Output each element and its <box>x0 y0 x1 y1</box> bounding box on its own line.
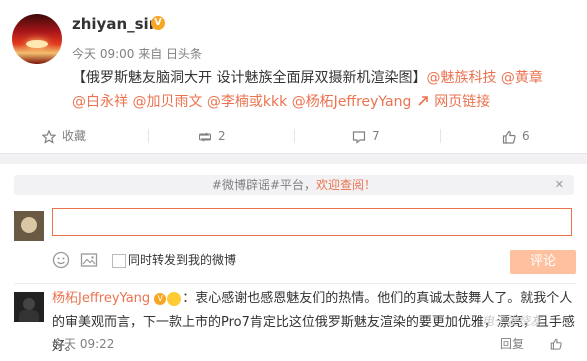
verified-badge-icon: V <box>154 292 167 305</box>
thumbs-up-icon <box>502 130 516 144</box>
star-icon <box>41 129 57 144</box>
link-icon <box>418 96 428 106</box>
comment-actions: 回复 <box>500 335 562 352</box>
like-count: 6 <box>522 129 530 143</box>
post-content: 【俄罗斯魅友脑洞大开 设计魅族全面屏双摄新机渲染图】@魅族科技 @黄章 @白永祥… <box>72 66 577 114</box>
post-meta: 今天 09:00 来自 日头条 <box>72 45 202 62</box>
mention-link[interactable]: @白永祥 <box>72 94 128 110</box>
verified-badge-icon: V <box>151 16 165 30</box>
repost-checkbox-label[interactable]: 同时转发到我的微博 <box>128 251 236 269</box>
comment-button[interactable]: 7 <box>352 125 380 147</box>
post-title: 【俄罗斯魅友脑洞大开 设计魅族全面屏双摄新机渲染图】 <box>72 70 427 86</box>
favorite-button[interactable]: 收藏 <box>41 125 87 147</box>
image-icon[interactable] <box>80 251 98 269</box>
repost-count: 2 <box>218 129 226 143</box>
author-avatar[interactable] <box>12 14 62 64</box>
thumbs-up-icon[interactable] <box>550 338 562 350</box>
repost-button[interactable]: 2 <box>198 125 226 147</box>
comment-icon <box>352 130 366 144</box>
mention-link[interactable]: @杨柘JeffreyYang <box>292 94 412 110</box>
notice-text: #微博辟谣#平台， <box>211 178 317 192</box>
submit-comment-button[interactable]: 评论 <box>510 250 576 274</box>
post-source: 来自 日头条 <box>138 47 203 61</box>
web-link-label: 网页链接 <box>434 94 491 110</box>
web-link[interactable]: 网页链接 <box>416 94 490 110</box>
emoji-icon <box>167 291 182 306</box>
commenter-avatar[interactable] <box>14 292 44 322</box>
mention-link[interactable]: @加贝雨文 <box>132 94 202 110</box>
action-bar: 收藏 2 7 6 <box>0 125 587 147</box>
mention-link[interactable]: @李楠或kkk <box>207 94 287 110</box>
comment-count: 7 <box>372 129 380 143</box>
action-divider <box>440 129 441 143</box>
reply-button[interactable]: 回复 <box>500 337 524 351</box>
post-time[interactable]: 今天 09:00 <box>72 47 134 61</box>
current-user-avatar[interactable] <box>14 211 44 241</box>
section-divider <box>0 153 587 164</box>
mention-link[interactable]: @魅族科技 <box>426 70 496 86</box>
repost-checkbox[interactable] <box>112 254 126 268</box>
rumor-notice-bar: #微博辟谣#平台，欢迎查阅！ ✕ <box>14 175 574 195</box>
action-divider <box>294 129 295 143</box>
notice-link[interactable]: 欢迎查阅！ <box>316 178 376 192</box>
repost-icon <box>199 132 211 141</box>
close-icon[interactable]: ✕ <box>555 175 564 195</box>
comment-input[interactable] <box>52 208 572 236</box>
comment-time: 今天 09:22 <box>52 337 115 351</box>
mention-link[interactable]: @黄章 <box>501 70 543 86</box>
emoji-icon[interactable] <box>52 251 70 269</box>
favorite-label: 收藏 <box>62 129 87 143</box>
like-button[interactable]: 6 <box>502 125 530 147</box>
commenter-name[interactable]: 杨柘JeffreyYang <box>52 291 150 306</box>
comment-divider <box>14 283 576 284</box>
action-divider <box>148 129 149 143</box>
author-name[interactable]: zhiyan_sir <box>72 15 156 33</box>
watermark: 电子发烧友 <box>482 314 543 328</box>
